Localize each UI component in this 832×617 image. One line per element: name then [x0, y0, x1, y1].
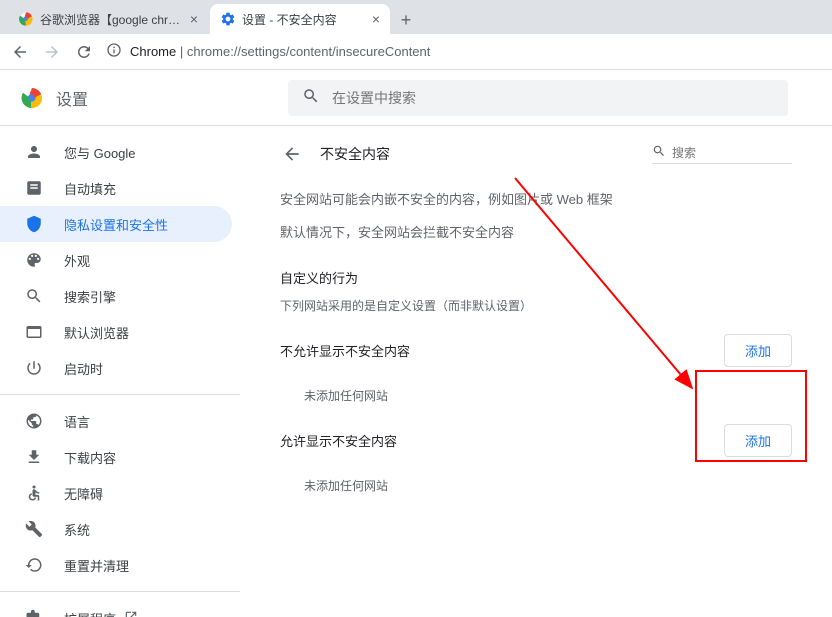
- page-title: 设置: [56, 86, 88, 110]
- sidebar-item-label: 您与 Google: [64, 143, 136, 162]
- sidebar-item-accessibility[interactable]: 无障碍: [0, 475, 232, 511]
- sidebar-item-label: 扩展程序: [64, 609, 116, 617]
- sidebar-item-startup[interactable]: 启动时: [0, 350, 232, 386]
- allow-empty-text: 未添加任何网站: [304, 477, 792, 494]
- tab-title: 谷歌浏览器【google chrome】: [40, 11, 184, 28]
- wrench-icon: [24, 519, 44, 539]
- sidebar-item-label: 自动填充: [64, 179, 116, 198]
- palette-icon: [24, 250, 44, 270]
- description-2: 默认情况下，安全网站会拦截不安全内容: [280, 223, 792, 244]
- sidebar-item-label: 下载内容: [64, 448, 116, 467]
- search-icon: [24, 286, 44, 306]
- sidebar-item-privacy[interactable]: 隐私设置和安全性: [0, 206, 232, 242]
- new-tab-button[interactable]: +: [392, 6, 420, 34]
- header-search-input[interactable]: [332, 90, 774, 106]
- autofill-icon: [24, 178, 44, 198]
- search-icon: [302, 87, 320, 108]
- omnibox[interactable]: Chrome | chrome://settings/content/insec…: [106, 38, 822, 66]
- block-empty-text: 未添加任何网站: [304, 387, 792, 404]
- forward-button[interactable]: [38, 38, 66, 66]
- sidebar-item-system[interactable]: 系统: [0, 511, 232, 547]
- close-icon[interactable]: ×: [372, 11, 380, 27]
- sidebar-item-language[interactable]: 语言: [0, 403, 232, 439]
- custom-section-sub: 下列网站采用的是自定义设置（而非默认设置）: [280, 297, 792, 314]
- sidebar-item-label: 搜索引擎: [64, 287, 116, 306]
- tab-2[interactable]: 设置 - 不安全内容 ×: [210, 4, 390, 34]
- tab-bar: 谷歌浏览器【google chrome】 × 设置 - 不安全内容 × +: [0, 0, 832, 34]
- sidebar-item-extensions[interactable]: 扩展程序: [0, 600, 232, 617]
- shield-icon: [24, 214, 44, 234]
- content-title: 不安全内容: [320, 144, 636, 164]
- sidebar-item-default-browser[interactable]: 默认浏览器: [0, 314, 232, 350]
- content-search[interactable]: [652, 144, 792, 164]
- power-icon: [24, 358, 44, 378]
- sidebar-item-downloads[interactable]: 下载内容: [0, 439, 232, 475]
- custom-section-title: 自定义的行为: [280, 268, 792, 287]
- extension-icon: [24, 608, 44, 617]
- divider: [0, 591, 240, 592]
- main-content: 不安全内容 安全网站可能会内嵌不安全的内容，例如图片或 Web 框架 默认情况下…: [240, 126, 832, 617]
- header-search[interactable]: [288, 80, 788, 116]
- toolbar: Chrome | chrome://settings/content/insec…: [0, 34, 832, 70]
- sidebar-item-label: 外观: [64, 251, 90, 270]
- add-block-button[interactable]: 添加: [724, 334, 792, 367]
- tab-title: 设置 - 不安全内容: [242, 11, 366, 28]
- browser-icon: [24, 322, 44, 342]
- chrome-logo-icon: [20, 86, 44, 110]
- divider: [0, 394, 240, 395]
- sidebar-item-label: 默认浏览器: [64, 323, 129, 342]
- app-header: 设置: [0, 70, 832, 126]
- site-info-icon[interactable]: [106, 42, 122, 61]
- sidebar-item-you-google[interactable]: 您与 Google: [0, 134, 232, 170]
- back-button[interactable]: [6, 38, 34, 66]
- content-search-input[interactable]: [672, 146, 792, 160]
- sidebar-item-label: 重置并清理: [64, 556, 129, 575]
- person-icon: [24, 142, 44, 162]
- sidebar-item-appearance[interactable]: 外观: [0, 242, 232, 278]
- add-allow-button[interactable]: 添加: [724, 424, 792, 457]
- globe-icon: [24, 411, 44, 431]
- sidebar-item-label: 无障碍: [64, 484, 103, 503]
- restore-icon: [24, 555, 44, 575]
- external-link-icon: [124, 610, 138, 617]
- sidebar-item-label: 启动时: [64, 359, 103, 378]
- omnibox-host: Chrome: [130, 44, 176, 59]
- search-icon: [652, 144, 666, 161]
- sidebar-item-autofill[interactable]: 自动填充: [0, 170, 232, 206]
- description-1: 安全网站可能会内嵌不安全的内容，例如图片或 Web 框架: [280, 190, 792, 211]
- allow-label: 允许显示不安全内容: [280, 431, 397, 450]
- close-icon[interactable]: ×: [190, 11, 198, 27]
- sidebar-item-label: 语言: [64, 412, 90, 431]
- content-back-button[interactable]: [280, 142, 304, 166]
- sidebar-item-reset[interactable]: 重置并清理: [0, 547, 232, 583]
- sidebar: 您与 Google 自动填充隐私设置和安全性外观搜索引擎默认浏览器启动时 语言下载…: [0, 126, 240, 617]
- tab-1[interactable]: 谷歌浏览器【google chrome】 ×: [8, 4, 208, 34]
- sidebar-item-label: 系统: [64, 520, 90, 539]
- reload-button[interactable]: [70, 38, 98, 66]
- omnibox-url: chrome://settings/content/insecureConten…: [187, 44, 431, 59]
- download-icon: [24, 447, 44, 467]
- gear-icon: [220, 11, 236, 27]
- sidebar-item-search-engine[interactable]: 搜索引擎: [0, 278, 232, 314]
- sidebar-item-label: 隐私设置和安全性: [64, 215, 168, 234]
- chrome-icon: [18, 11, 34, 27]
- block-label: 不允许显示不安全内容: [280, 341, 410, 360]
- accessibility-icon: [24, 483, 44, 503]
